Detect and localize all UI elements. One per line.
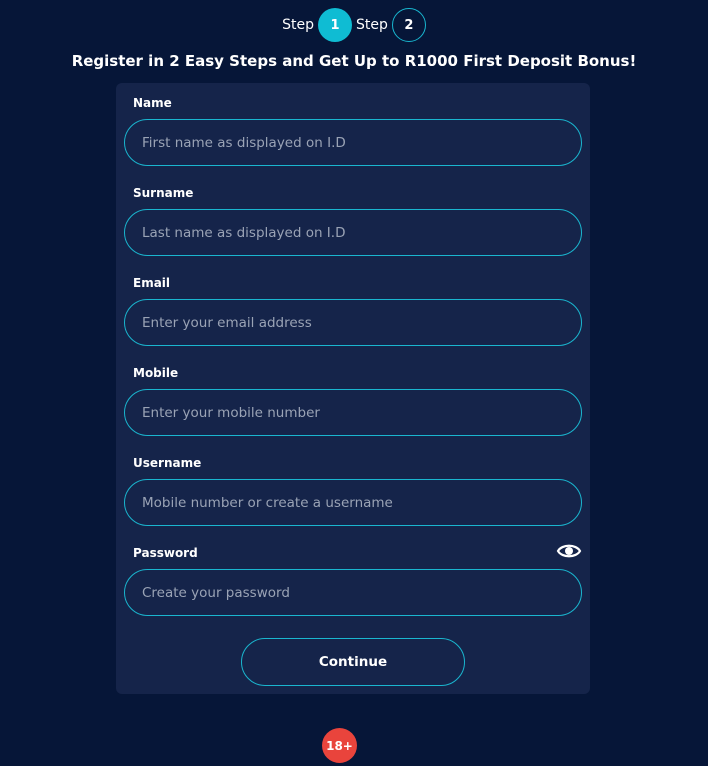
step-1: Step 1 — [282, 8, 352, 42]
step-1-label: Step — [282, 17, 314, 33]
surname-input[interactable] — [124, 209, 582, 256]
password-input[interactable] — [124, 569, 582, 616]
registration-form-card: Name Surname Email Mobile Username Passw… — [116, 83, 590, 694]
age-restriction-badge: 18+ — [322, 728, 357, 763]
password-label: Password — [133, 546, 198, 560]
continue-button[interactable]: Continue — [241, 638, 465, 686]
name-label: Name — [133, 96, 172, 110]
email-input[interactable] — [124, 299, 582, 346]
eye-icon[interactable] — [556, 540, 582, 562]
step-2: Step 2 — [356, 8, 426, 42]
step-2-label: Step — [356, 17, 388, 33]
page-headline: Register in 2 Easy Steps and Get Up to R… — [71, 52, 637, 70]
email-label: Email — [133, 276, 171, 290]
step-1-circle: 1 — [318, 8, 352, 42]
mobile-input[interactable] — [124, 389, 582, 436]
mobile-label: Mobile — [133, 366, 179, 380]
username-label: Username — [133, 456, 202, 470]
username-input[interactable] — [124, 479, 582, 526]
registration-page: Step 1 Step 2 Register in 2 Easy Steps a… — [0, 0, 708, 766]
name-input[interactable] — [124, 119, 582, 166]
surname-label: Surname — [133, 186, 194, 200]
step-2-circle: 2 — [391, 8, 426, 42]
step-indicator: Step 1 Step 2 — [0, 7, 708, 43]
